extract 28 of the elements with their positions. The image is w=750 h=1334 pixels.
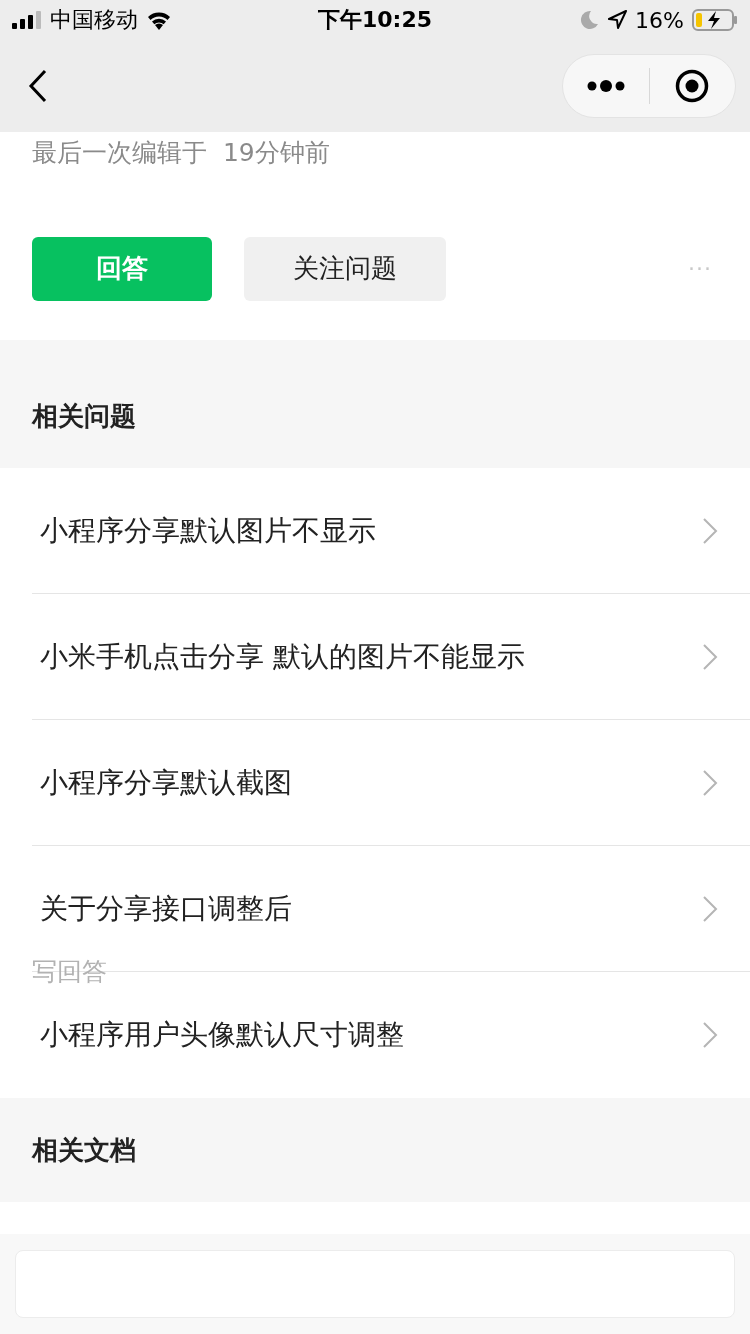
question-title: 小程序用户头像默认尺寸调整 [40,1017,405,1053]
status-time: 下午10:25 [318,6,432,34]
follow-button[interactable]: 关注问题 [244,236,446,301]
wifi-icon [146,10,172,30]
battery-percent: 16% [635,7,684,33]
section-title: 相关问题 [32,400,136,433]
chevron-right-icon [702,1021,718,1049]
edited-time: 最后一次编辑于 19分钟前 [32,138,330,167]
chevron-right-icon [702,894,718,923]
more-icon[interactable] [585,79,626,93]
carrier-name: 中国移动 [50,6,138,34]
back-icon[interactable] [28,69,48,103]
chevron-right-icon [702,768,718,797]
question-title: 小米手机点击分享 默认的图片不能显示 [40,638,526,675]
question-row[interactable]: 小程序分享默认截图 [32,720,750,846]
question-row[interactable]: 小米手机点击分享 默认的图片不能显示 [32,594,750,720]
question-row[interactable]: 小程序分享默认图片不显示 [32,468,750,594]
question-title: 关于分享接口调整后 [40,890,293,927]
signal-icon [12,11,42,29]
close-target-icon[interactable] [675,69,710,103]
chevron-right-icon [702,642,718,671]
location-arrow-icon [607,10,628,30]
battery-charging-icon [692,9,738,31]
moon-icon [579,10,600,30]
chevron-right-icon [702,516,718,545]
question-title: 小程序分享默认截图 [40,764,293,801]
question-title: 小程序分享默认图片不显示 [40,512,377,549]
section-title: 相关文档 [32,1134,136,1167]
